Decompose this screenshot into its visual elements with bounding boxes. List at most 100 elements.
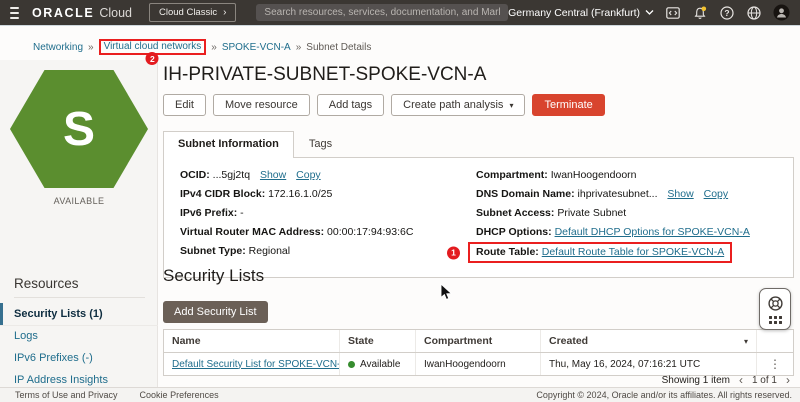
chevron-down-icon <box>645 10 654 15</box>
terms-link[interactable]: Terms of Use and Privacy <box>15 390 118 400</box>
field-label: Route Table: <box>476 246 539 258</box>
tab-tags[interactable]: Tags <box>294 131 347 157</box>
column-header-name[interactable]: Name <box>164 330 340 352</box>
widget-dots-grid-icon[interactable] <box>768 315 782 324</box>
route-table-link[interactable]: Default Route Table for SPOKE-VCN-A <box>542 246 724 258</box>
sort-caret-icon[interactable]: ▾ <box>744 337 748 346</box>
ocid-show-link[interactable]: Show <box>260 169 286 181</box>
field-ipv4-cidr: IPv4 CIDR Block: 172.16.1.0/25 <box>180 188 476 200</box>
field-value: ...5gj2tq <box>212 169 251 181</box>
oracle-cloud-logo[interactable]: ORACLE Cloud <box>32 6 132 20</box>
cookie-preferences-link[interactable]: Cookie Preferences <box>140 390 219 400</box>
breadcrumb: Networking » Virtual cloud networks 2 » … <box>33 39 372 65</box>
available-status-dot <box>348 360 355 368</box>
create-path-analysis-button[interactable]: Create path analysis ▾ <box>391 94 526 116</box>
tab-subnet-information[interactable]: Subnet Information <box>163 131 294 158</box>
add-tags-button[interactable]: Add tags <box>316 94 385 116</box>
brand-oracle: ORACLE <box>31 5 95 20</box>
breadcrumb-separator: » <box>295 41 302 53</box>
column-header-created[interactable]: Created ▾ <box>541 330 757 352</box>
svg-text:?: ? <box>724 8 729 18</box>
compartment-cell: IwanHoogendoorn <box>416 353 541 375</box>
oci-console-window: ORACLE Cloud Cloud Classic › Germany Cen… <box>0 0 800 402</box>
field-value: Regional <box>248 245 291 257</box>
breadcrumb-separator: » <box>88 41 94 53</box>
field-value: - <box>240 207 244 219</box>
dns-copy-link[interactable]: Copy <box>704 188 729 200</box>
panel-tabs: Subnet Information Tags <box>163 131 794 158</box>
ocid-copy-link[interactable]: Copy <box>296 169 321 181</box>
terminate-button[interactable]: Terminate <box>532 94 605 116</box>
kebab-menu-icon[interactable]: ⋮ <box>769 358 781 370</box>
copyright-text: Copyright © 2024, Oracle and/or its affi… <box>536 390 792 400</box>
field-dhcp-options: DHCP Options: Default DHCP Options for S… <box>476 226 777 238</box>
page-title: IH-PRIVATE-SUBNET-SPOKE-VCN-A <box>163 64 487 85</box>
field-label: Virtual Router MAC Address: <box>180 226 325 238</box>
annotation-badge-2: 2 <box>145 52 159 65</box>
breadcrumb-networking[interactable]: Networking <box>33 42 83 53</box>
column-header-compartment[interactable]: Compartment <box>416 330 541 352</box>
field-label: IPv4 CIDR Block: <box>180 188 266 200</box>
field-value: ihprivatesubnet... <box>577 188 658 200</box>
breadcrumb-spoke-vcn-a[interactable]: SPOKE-VCN-A <box>222 42 291 53</box>
top-navbar: ORACLE Cloud Cloud Classic › Germany Cen… <box>0 0 800 26</box>
sidebar-item-logs[interactable]: Logs <box>0 325 157 347</box>
status-badge: AVAILABLE <box>53 196 105 206</box>
sidebar-item-ipv6-prefixes[interactable]: IPv6 Prefixes (-) <box>0 347 157 369</box>
page-previous-icon[interactable]: ‹ <box>739 374 743 386</box>
mouse-cursor <box>440 283 453 300</box>
create-path-analysis-label: Create path analysis <box>403 99 504 111</box>
global-search-input[interactable] <box>256 4 509 21</box>
add-security-list-button[interactable]: Add Security List <box>163 301 268 323</box>
field-value: IwanHoogendoorn <box>550 169 637 181</box>
profile-avatar[interactable] <box>773 4 790 21</box>
divider <box>14 297 145 298</box>
breadcrumb-virtual-cloud-networks[interactable]: Virtual cloud networks <box>104 41 202 52</box>
field-ipv6-prefix: IPv6 Prefix: - <box>180 207 476 219</box>
column-header-state[interactable]: State <box>340 330 416 352</box>
field-value: 172.16.1.0/25 <box>268 188 333 200</box>
move-resource-button[interactable]: Move resource <box>212 94 310 116</box>
field-label: OCID: <box>180 169 210 181</box>
developer-console-icon[interactable] <box>665 5 681 21</box>
action-buttons-row: Edit Move resource Add tags Create path … <box>163 94 605 116</box>
support-life-ring-icon[interactable] <box>767 295 784 312</box>
field-route-table: 1 Route Table: Default Route Table for S… <box>447 242 777 263</box>
resources-heading: Resources <box>14 276 79 291</box>
field-label: Compartment: <box>476 169 548 181</box>
help-icon[interactable]: ? <box>719 5 735 21</box>
dhcp-options-link[interactable]: Default DHCP Options for SPOKE-VCN-A <box>555 226 750 238</box>
field-dns-domain-name: DNS Domain Name: ihprivatesubnet... Show… <box>476 188 777 200</box>
region-label: Germany Central (Frankfurt) <box>508 6 640 19</box>
details-right-column: Compartment: IwanHoogendoorn DNS Domain … <box>447 169 777 265</box>
field-label: IPv6 Prefix: <box>180 207 238 219</box>
edit-button[interactable]: Edit <box>163 94 206 116</box>
security-lists-heading: Security Lists <box>163 266 265 285</box>
breadcrumb-subnet-details: Subnet Details <box>306 41 372 53</box>
annotation-box-breadcrumb: Virtual cloud networks 2 <box>98 39 207 65</box>
hamburger-menu-icon[interactable] <box>10 6 19 19</box>
sidebar-item-security-lists[interactable]: Security Lists (1) <box>0 303 157 325</box>
created-header-label: Created <box>549 335 589 347</box>
field-label: Subnet Access: <box>476 207 555 219</box>
security-list-link[interactable]: Default Security List for SPOKE-VCN-A <box>172 359 339 370</box>
resources-list: Security Lists (1) Logs IPv6 Prefixes (-… <box>0 303 157 391</box>
field-subnet-access: Subnet Access: Private Subnet <box>476 207 777 219</box>
column-header-actions <box>757 331 793 351</box>
page-next-icon[interactable]: › <box>786 374 790 386</box>
notifications-bell-icon[interactable] <box>692 5 708 21</box>
language-globe-icon[interactable] <box>746 5 762 21</box>
subnet-information-panel: Subnet Information Tags OCID: ...5gj2tq … <box>163 131 794 278</box>
cloud-classic-button[interactable]: Cloud Classic › <box>149 3 237 22</box>
field-value: 00:00:17:94:93:6C <box>327 226 414 238</box>
subnet-initial-letter: S <box>62 102 95 156</box>
state-cell: Available <box>340 353 416 375</box>
security-lists-table: Name State Compartment Created ▾ Default… <box>163 329 794 376</box>
region-selector[interactable]: Germany Central (Frankfurt) <box>508 7 654 19</box>
dns-show-link[interactable]: Show <box>667 188 693 200</box>
table-pagination: Showing 1 item ‹ 1 of 1 › <box>662 374 790 386</box>
page-footer: Terms of Use and Privacy Cookie Preferen… <box>0 387 800 402</box>
table-row: Default Security List for SPOKE-VCN-A Av… <box>164 353 793 375</box>
cloud-classic-label: Cloud Classic <box>159 7 218 18</box>
field-value: Private Subnet <box>557 207 627 219</box>
